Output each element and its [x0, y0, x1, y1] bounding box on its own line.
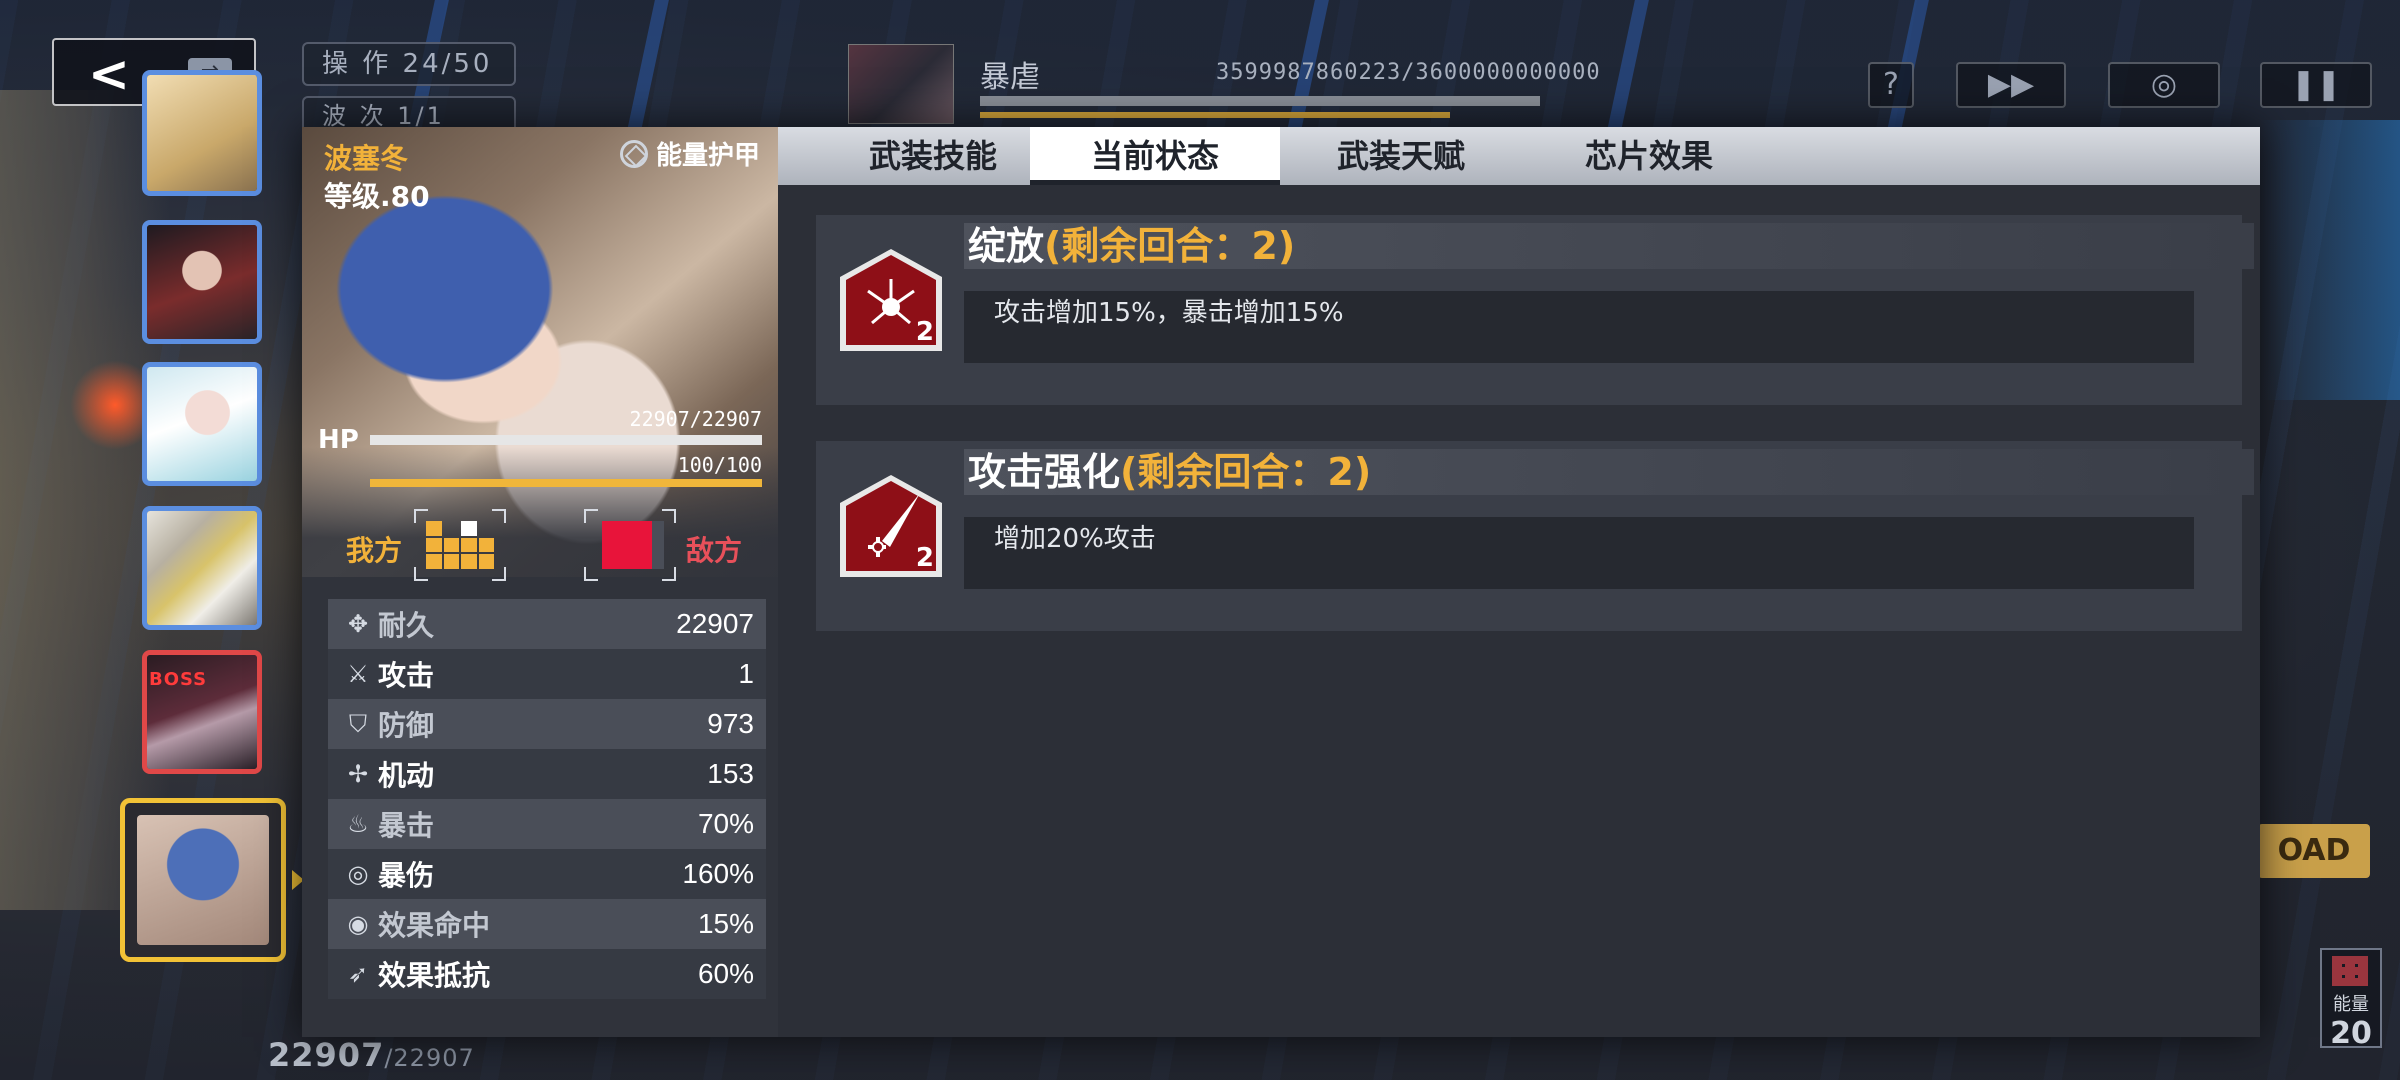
background-glow [2260, 120, 2400, 400]
hp-label: HP [318, 425, 359, 455]
selected-unit-card[interactable] [120, 798, 286, 962]
energy-armor-icon [620, 140, 648, 168]
roster-unit-card[interactable] [142, 506, 262, 630]
stat-row: ♨ 暴击 70% [328, 799, 766, 849]
help-button[interactable]: ? [1868, 62, 1914, 108]
info-tab-bar: 武装技能 当前状态 武装天赋 芯片效果 [778, 127, 2260, 185]
target-icon[interactable]: ◎ [2108, 62, 2220, 108]
boss-secondary-bar [980, 112, 1450, 118]
energy-label: 能量 [2333, 994, 2369, 1015]
current-status-panel: 2 绽放(剩余回合：2) 攻击增加15%，暴击增加15% 2 攻击强化(剩余回合… [778, 185, 2260, 1037]
stat-row: ➶ 效果抵抗 60% [328, 949, 766, 999]
stack-count: 2 [915, 317, 934, 347]
pause-icon[interactable]: ❚❚ [2260, 62, 2372, 108]
load-button[interactable]: OAD [2258, 824, 2370, 878]
stat-row: ◎ 暴伤 160% [328, 849, 766, 899]
stat-row: ✢ 机动 153 [328, 749, 766, 799]
energy-armor-label[interactable]: 能量护甲 [620, 135, 760, 172]
hp-bar [370, 435, 762, 445]
stat-value: 973 [707, 708, 754, 739]
effect-remaining-turns: (剩余回合：2) [1120, 450, 1372, 494]
roster-unit-card[interactable] [142, 362, 262, 486]
effect-hit-icon: ◉ [347, 910, 369, 938]
ally-side-label: 我方 [346, 534, 403, 567]
stat-row: ◉ 效果命中 15% [328, 899, 766, 949]
bottom-hp-readout: 22907/22907 [268, 1036, 475, 1074]
roster-unit-card[interactable] [142, 220, 262, 344]
stat-label: 效果命中 [378, 909, 491, 942]
effect-description: 攻击增加15%，暴击增加15% [964, 291, 2194, 363]
effect-description: 增加20%攻击 [964, 517, 2194, 589]
tab-current-status[interactable]: 当前状态 [1030, 127, 1280, 185]
energy-bar-value: 100/100 [677, 453, 762, 477]
stat-label: 暴击 [378, 809, 435, 842]
stat-value: 1 [738, 658, 754, 689]
roster-unit-card[interactable] [142, 70, 262, 196]
bottom-hp-current: 22907 [268, 1036, 385, 1074]
crit-icon: ♨ [347, 810, 369, 838]
energy-value: 20 [2330, 1016, 2372, 1051]
enemy-formation-icon [584, 509, 676, 581]
enemy-side-label: 敌方 [686, 534, 743, 567]
effect-remaining-turns: (剩余回合：2) [1044, 224, 1296, 268]
effect-title: 绽放(剩余回合：2) [964, 223, 2254, 269]
stat-value: 60% [697, 958, 754, 989]
boss-hp-value: 3599987860223/3600000000000 [1216, 60, 1601, 85]
stat-value: 70% [697, 808, 754, 839]
tab-chip-effects[interactable]: 芯片效果 [1524, 127, 1774, 185]
durability-icon: ✥ [347, 610, 369, 638]
effect-name: 绽放 [968, 224, 1045, 268]
hp-value: 22907/22907 [629, 407, 762, 431]
stat-label: 耐久 [378, 609, 435, 642]
bloom-flower-icon: 2 [838, 247, 944, 353]
energy-grid-icon [2332, 956, 2368, 986]
stat-label: 效果抵抗 [378, 959, 491, 992]
stat-label: 攻击 [378, 659, 435, 692]
status-effect-card: 2 攻击强化(剩余回合：2) 增加20%攻击 [816, 441, 2254, 631]
stack-count: 2 [915, 543, 934, 573]
tab-armament-skills[interactable]: 武装技能 [808, 127, 1058, 185]
bottom-hp-max: /22907 [384, 1044, 475, 1072]
stats-table: ✥ 耐久 22907 ⚔ 攻击 1 ⛉ 防御 973 ✢ 机动 153 ♨ 暴击 70% ◎ 暴伤 160% ◉ 效果… [328, 599, 766, 999]
stat-row: ⚔ 攻击 1 [328, 649, 766, 699]
unit-info-dialog: 波塞冬 等级.80 能量护甲 22907/22907 HP 100/100 我方 [302, 127, 2260, 1037]
stat-label: 机动 [378, 759, 435, 792]
operations-counter: 操 作 24/50 [302, 42, 516, 86]
effect-title: 攻击强化(剩余回合：2) [964, 449, 2254, 495]
unit-name: 波塞冬 [324, 142, 409, 175]
stat-label: 暴伤 [378, 859, 435, 892]
unit-summary-panel: 波塞冬 等级.80 能量护甲 22907/22907 HP 100/100 我方 [302, 127, 778, 1037]
stat-value: 22907 [676, 608, 754, 639]
boss-name: 暴虐 [980, 60, 1040, 95]
stat-value: 15% [697, 908, 754, 939]
fast-forward-icon[interactable]: ▶▶ [1956, 62, 2066, 108]
stat-row: ⛉ 防御 973 [328, 699, 766, 749]
crit-damage-icon: ◎ [347, 860, 369, 888]
back-arrow-icon: < [88, 45, 130, 103]
ally-formation-icon [414, 509, 506, 581]
stat-label: 防御 [378, 709, 435, 742]
boss-tag: BOSS [149, 669, 208, 690]
energy-bar [370, 479, 762, 487]
effect-name: 攻击强化 [968, 450, 1121, 494]
attack-boost-blade-icon: 2 [838, 473, 944, 579]
boss-hp-bar [980, 96, 1540, 106]
boss-portrait [848, 44, 954, 124]
roster-boss-card[interactable]: BOSS [142, 650, 262, 774]
stat-value: 160% [682, 858, 754, 889]
mobility-icon: ✢ [347, 760, 369, 788]
attack-icon: ⚔ [347, 660, 369, 688]
unit-level: 等级.80 [324, 180, 430, 213]
background-mech [0, 90, 170, 910]
tab-armament-talent[interactable]: 武装天赋 [1276, 127, 1526, 185]
status-effect-card: 2 绽放(剩余回合：2) 攻击增加15%，暴击增加15% [816, 215, 2254, 405]
shield-icon: ⛉ [349, 710, 367, 738]
energy-armor-text: 能量护甲 [656, 141, 761, 171]
stat-value: 153 [707, 758, 754, 789]
effect-resist-icon: ➶ [347, 960, 369, 988]
stat-row: ✥ 耐久 22907 [328, 599, 766, 649]
